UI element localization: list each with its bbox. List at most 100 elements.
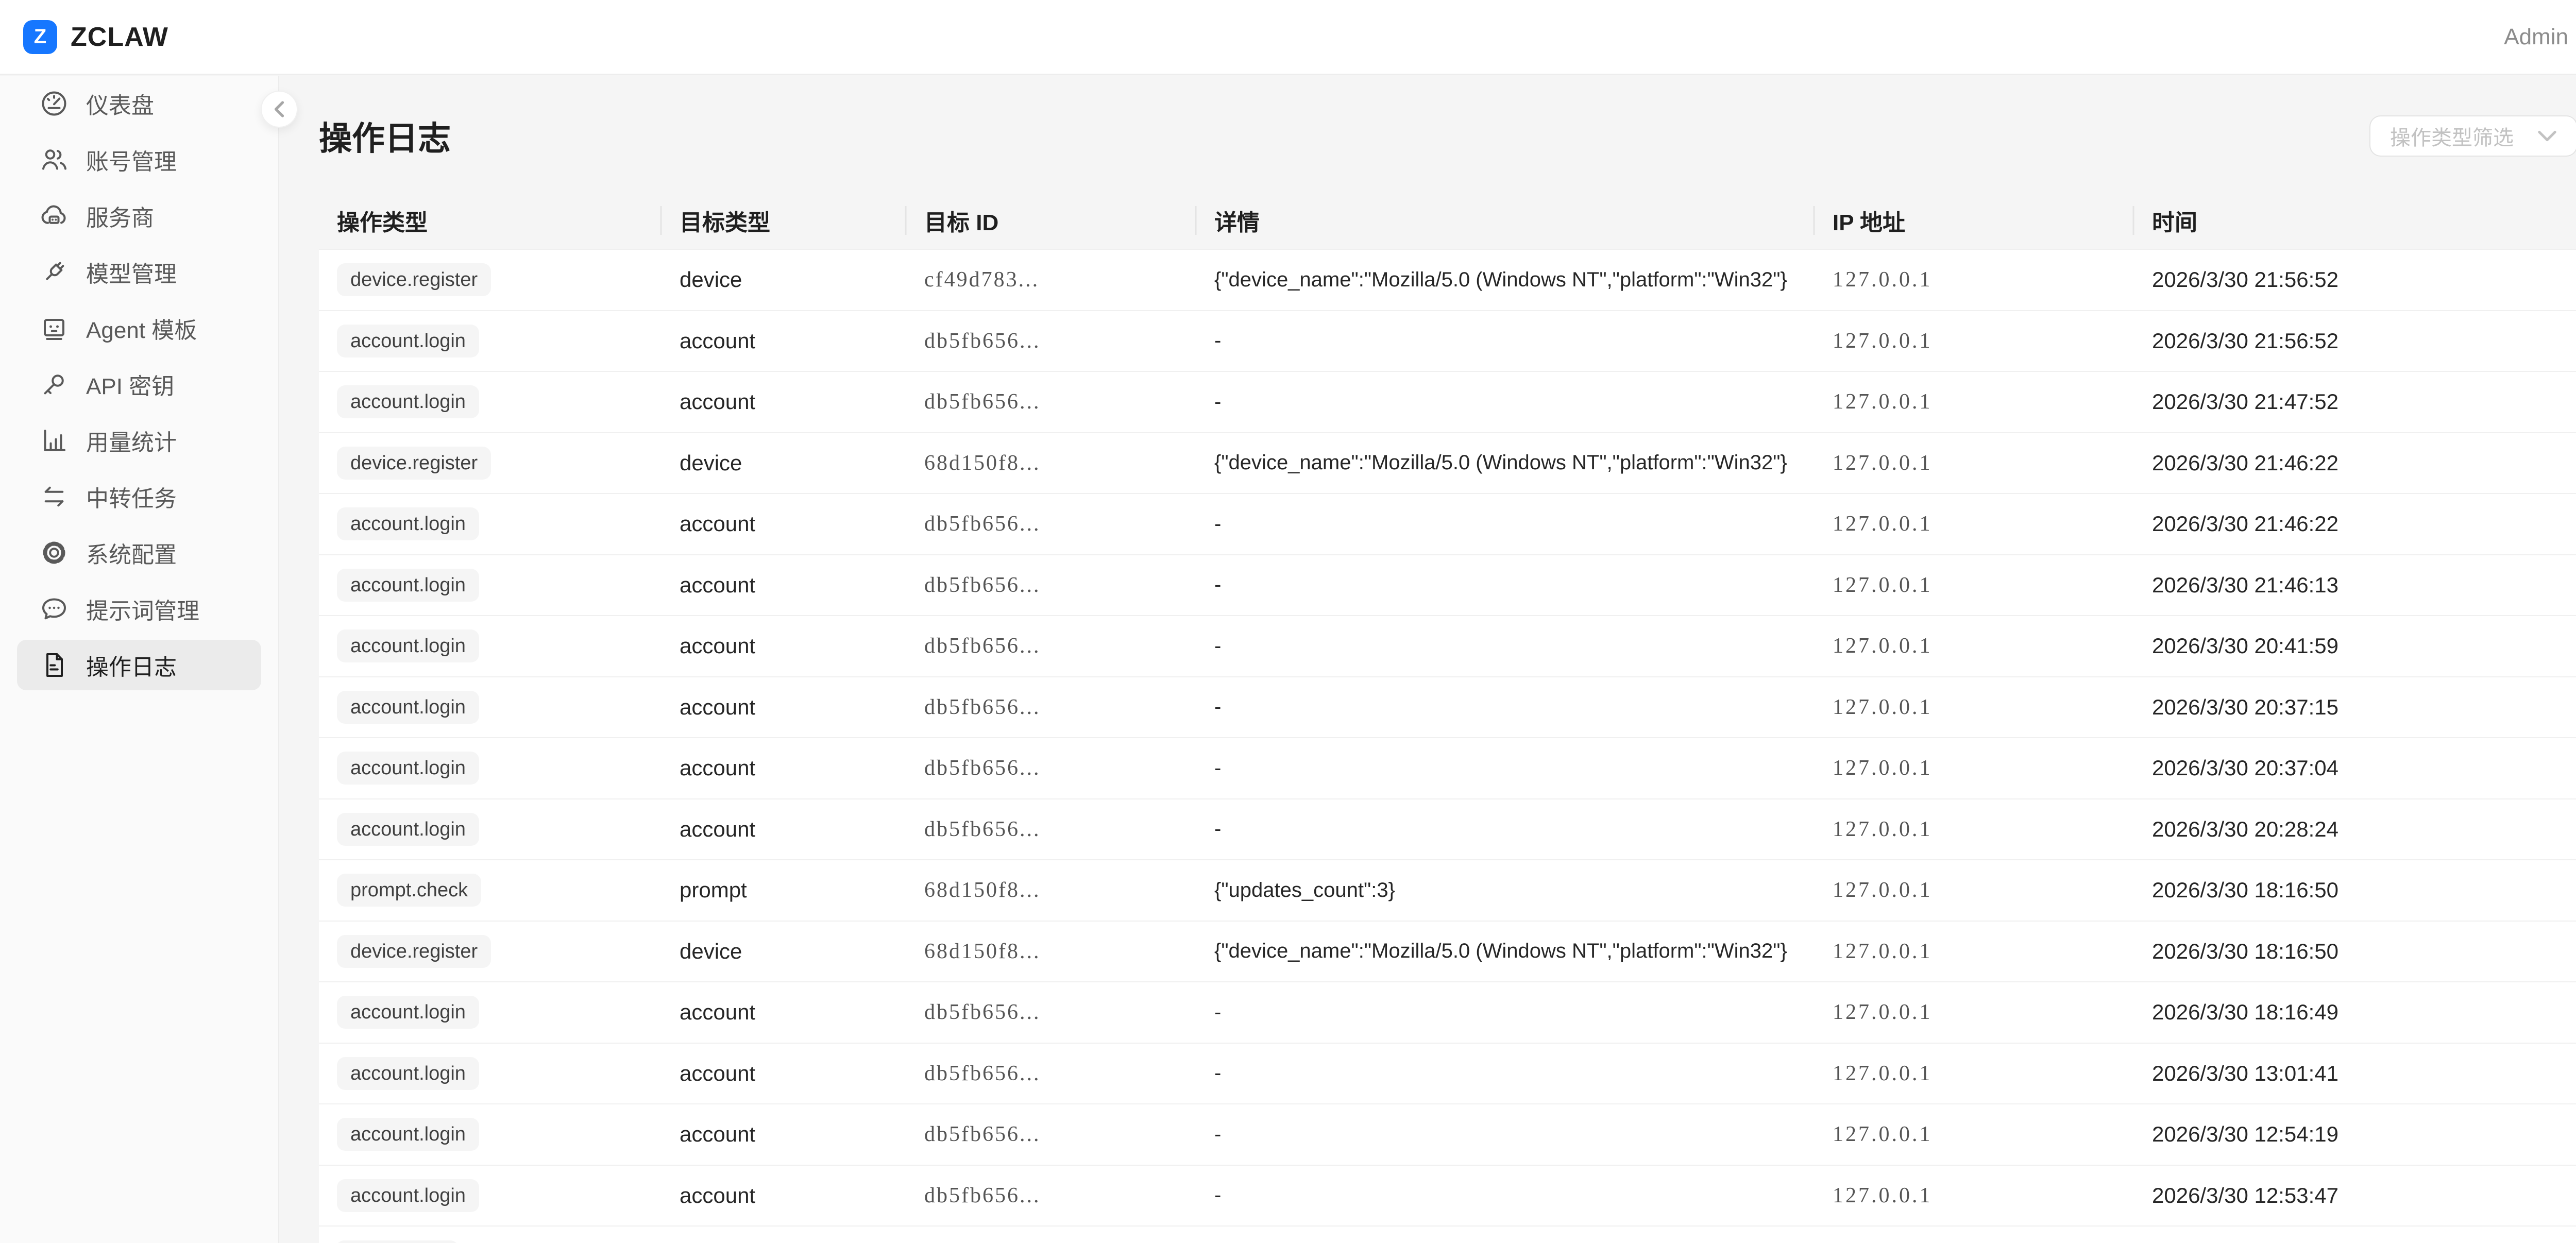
sidebar-item-label: 账号管理: [86, 143, 177, 176]
cell-target-id: db5fb656...: [906, 389, 1196, 414]
table-header-row: 操作类型目标类型目标 ID详情IP 地址时间: [319, 192, 2576, 250]
cell-target-type: account: [662, 389, 906, 414]
cell-action: device.register: [319, 263, 662, 296]
sidebar-item-accounts[interactable]: 账号管理: [17, 134, 261, 185]
sidebar-collapse-button[interactable]: [261, 91, 298, 128]
sidebar-item-label: 中转任务: [86, 480, 177, 513]
cell-target-type: account: [662, 1122, 906, 1147]
action-type-filter-select[interactable]: 操作类型筛选: [2369, 115, 2576, 157]
cell-ip: 127.0.0.1: [1815, 512, 2134, 536]
cell-time: 2026/3/30 18:16:49: [2134, 1000, 2576, 1025]
sidebar-item-relay-tasks[interactable]: 中转任务: [17, 471, 261, 522]
action-tag: account.login: [337, 1179, 479, 1212]
sidebar-item-agent-templates[interactable]: Agent 模板: [17, 303, 261, 353]
cell-target-type: account: [662, 329, 906, 353]
cell-target-id: 68d150f8...: [906, 451, 1196, 475]
cell-action: account.login: [319, 507, 662, 540]
cell-target-id: db5fb656...: [906, 695, 1196, 720]
filter-placeholder: 操作类型筛选: [2390, 121, 2514, 151]
sidebar-item-operation-logs[interactable]: 操作日志: [17, 640, 261, 690]
action-tag: account.login: [337, 691, 479, 724]
cell-detail: -: [1196, 695, 1815, 719]
cell-detail: -: [1196, 573, 1815, 597]
action-tag: account.login: [337, 385, 479, 418]
table-row: account.loginaccountdb5fb656...-127.0.0.…: [319, 982, 2576, 1044]
cell-ip: 127.0.0.1: [1815, 939, 2134, 964]
top-header: Z ZCLAW Admin: [0, 0, 2576, 75]
cell-target-id: db5fb656...: [906, 634, 1196, 658]
action-tag: account.login: [337, 325, 479, 357]
sidebar-item-label: 模型管理: [86, 256, 177, 288]
main-content: 操作日志 操作类型筛选 操作类型目标类型目标 ID详情IP 地址时间 devic…: [280, 76, 2576, 1243]
page-title: 操作日志: [319, 112, 451, 160]
cell-action: account.login: [319, 629, 662, 662]
table-row: account.loginaccountdb5fb656...-127.0.0.…: [319, 799, 2576, 861]
cell-detail: {"device_name":"Mozilla/5.0 (Windows NT"…: [1196, 268, 1815, 292]
sidebar-item-providers[interactable]: 服务商: [17, 191, 261, 241]
table-row: account.loginaccountdb5fb656...-127.0.0.…: [319, 372, 2576, 433]
swap-icon: [39, 481, 70, 512]
cell-ip: 127.0.0.1: [1815, 389, 2134, 414]
column-header: 目标类型: [662, 204, 906, 237]
cell-target-type: account: [662, 1000, 906, 1025]
sidebar-item-models[interactable]: 模型管理: [17, 247, 261, 297]
cell-time: 2026/3/30 20:41:59: [2134, 634, 2576, 658]
cell-detail: -: [1196, 1062, 1815, 1085]
table-row: device.registerdevice68d150f8...{"device…: [319, 433, 2576, 495]
table-row: device.registerdevicecf49d783...{"device…: [319, 250, 2576, 311]
cell-detail: {"updates_count":3}: [1196, 879, 1815, 902]
cell-time: 2026/3/30 21:56:52: [2134, 329, 2576, 353]
table-row: device.registerdevice68d150f8...{"device…: [319, 922, 2576, 983]
column-header: 目标 ID: [906, 204, 1196, 237]
action-tag: account.login: [337, 629, 479, 662]
cell-action: account.login: [319, 813, 662, 846]
cell-target-id: 68d150f8...: [906, 939, 1196, 964]
action-tag-sliver: [336, 1240, 459, 1243]
sidebar-item-dashboard[interactable]: 仪表盘: [17, 78, 261, 129]
cell-detail: {"device_name":"Mozilla/5.0 (Windows NT"…: [1196, 451, 1815, 474]
brand-logo-icon: Z: [23, 20, 57, 54]
sidebar-item-prompts[interactable]: 提示词管理: [17, 584, 261, 634]
table-row-partial: [319, 1227, 2576, 1243]
table-row: account.loginaccountdb5fb656...-127.0.0.…: [319, 494, 2576, 555]
cell-time: 2026/3/30 20:37:15: [2134, 695, 2576, 720]
column-header: IP 地址: [1815, 204, 2134, 237]
cell-target-type: account: [662, 1061, 906, 1086]
action-tag: device.register: [337, 263, 491, 296]
cell-time: 2026/3/30 21:46:22: [2134, 512, 2576, 536]
cell-target-type: prompt: [662, 878, 906, 903]
cell-action: account.login: [319, 325, 662, 357]
cell-time: 2026/3/30 21:46:13: [2134, 573, 2576, 598]
cell-detail: -: [1196, 329, 1815, 352]
action-tag: account.login: [337, 996, 479, 1029]
cell-target-type: account: [662, 512, 906, 536]
sidebar-item-label: 仪表盘: [86, 87, 154, 120]
cell-detail: -: [1196, 1123, 1815, 1146]
sidebar-item-label: 系统配置: [86, 536, 177, 569]
action-tag: account.login: [337, 752, 479, 785]
cell-target-id: db5fb656...: [906, 1122, 1196, 1147]
table-row: account.loginaccountdb5fb656...-127.0.0.…: [319, 616, 2576, 677]
sidebar-item-label: 操作日志: [86, 649, 177, 682]
action-tag: account.login: [337, 1118, 479, 1151]
operation-log-table: 操作类型目标类型目标 ID详情IP 地址时间 device.registerde…: [319, 192, 2576, 1243]
user-menu[interactable]: Admin: [2504, 24, 2568, 50]
table-row: account.loginaccountdb5fb656...-127.0.0.…: [319, 1044, 2576, 1105]
sidebar-item-label: Agent 模板: [86, 312, 197, 345]
cell-time: 2026/3/30 13:01:41: [2134, 1061, 2576, 1086]
cell-detail: -: [1196, 1001, 1815, 1024]
sidebar-item-system-config[interactable]: 系统配置: [17, 527, 261, 578]
gear-icon: [39, 537, 70, 568]
cell-target-id: db5fb656...: [906, 512, 1196, 536]
key-icon: [39, 369, 70, 400]
cell-target-id: db5fb656...: [906, 573, 1196, 598]
sidebar-item-usage-stats[interactable]: 用量统计: [17, 415, 261, 466]
sidebar-item-api-keys[interactable]: API 密钥: [17, 359, 261, 410]
cell-time: 2026/3/30 20:37:04: [2134, 756, 2576, 780]
cell-detail: -: [1196, 757, 1815, 780]
sidebar-nav: 仪表盘账号管理服务商模型管理 Agent 模板 API 密钥用量统计中转任务系统配置…: [17, 78, 261, 690]
cell-target-id: db5fb656...: [906, 1000, 1196, 1025]
cell-target-id: db5fb656...: [906, 329, 1196, 353]
robot-icon: [39, 313, 70, 344]
action-tag: account.login: [337, 569, 479, 602]
